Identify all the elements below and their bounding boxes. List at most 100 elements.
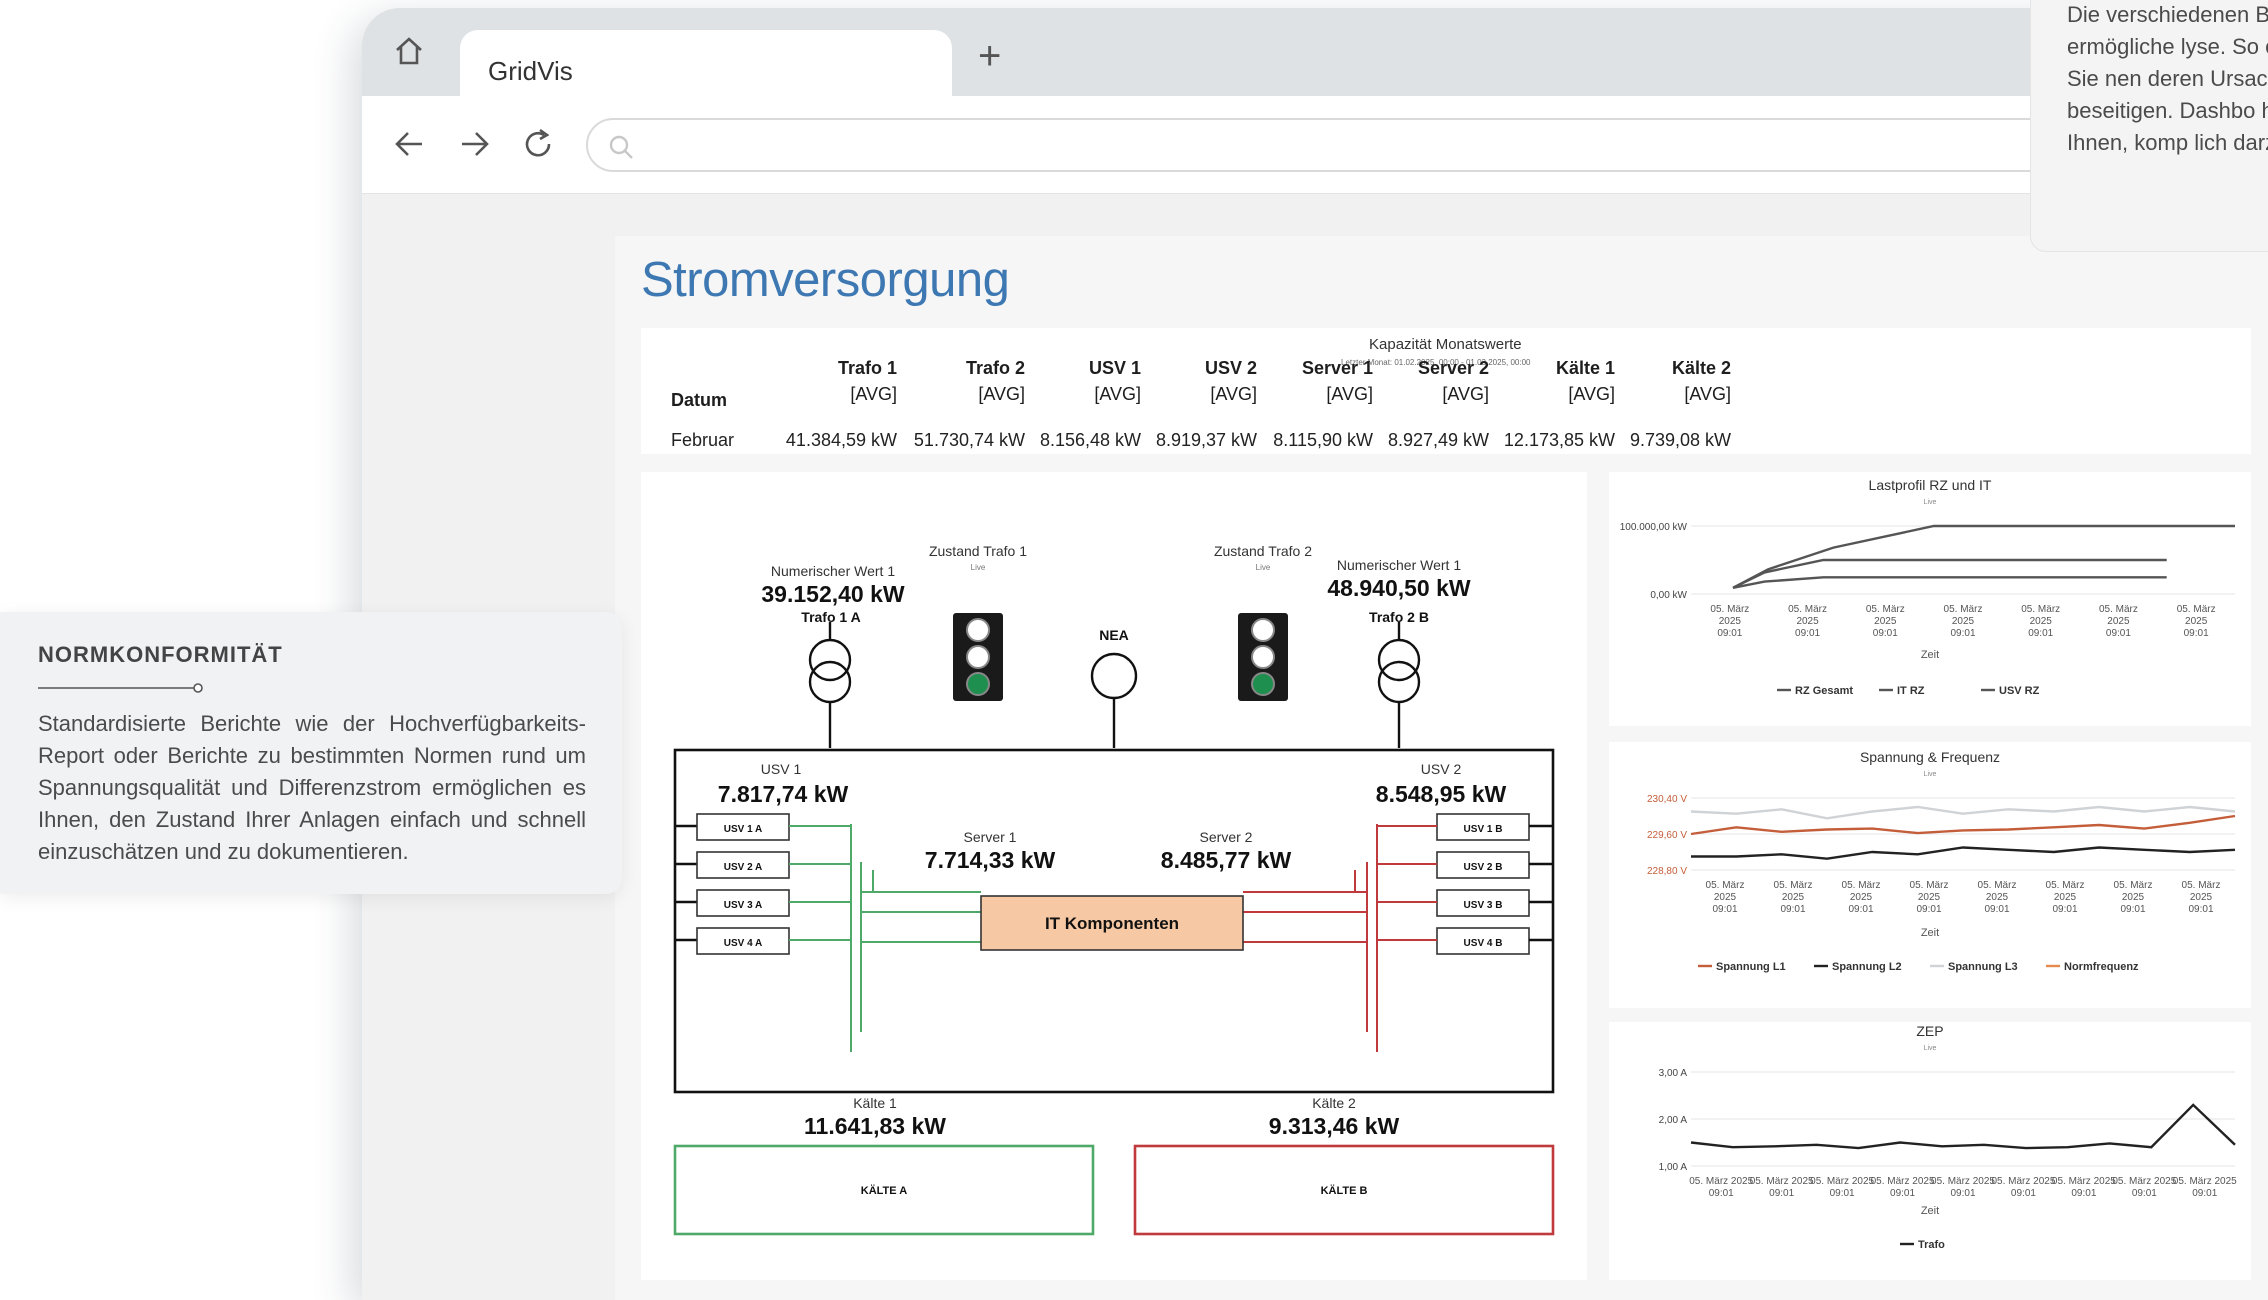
col-value-5: 8.927,49 kW	[1387, 430, 1489, 450]
y-tick-label: 0,00 kW	[1650, 590, 1687, 601]
kaelte-a-label: KÄLTE A	[861, 1184, 907, 1197]
col-header-3: USV 2	[1204, 358, 1257, 378]
chart-subtitle: Live	[1924, 499, 1937, 506]
num-label-2: Numerischer Wert 1	[1337, 557, 1461, 573]
x-tick-label: 05. März 2025 09:01	[1991, 1176, 2055, 1199]
x-tick-label: 05. März 2025 09:01	[1788, 604, 1827, 639]
x-tick-label: 05. März 2025 09:01	[2112, 1176, 2176, 1199]
load-profile-chart: Lastprofil RZ und IT Live 100.000,00 kW 0,0…	[1620, 477, 2235, 697]
legend-item[interactable]: IT RZ	[1897, 685, 1925, 697]
nea-label: NEA	[1099, 627, 1129, 643]
server2-label: Server 2	[1200, 829, 1253, 845]
back-icon[interactable]	[392, 126, 428, 162]
col-header-1: Trafo 2	[965, 358, 1025, 378]
col-header-2: USV 1	[1088, 358, 1141, 378]
zep-chart: ZEPLive3,00 A2,00 A1,00 A05. März 2025 09…	[1659, 1023, 2238, 1251]
series-line-2	[1732, 576, 2167, 589]
state2-label: Zustand Trafo 2	[1214, 543, 1312, 559]
x-tick-label: 05. März 2025 09:01	[2099, 604, 2138, 639]
col-avg-6: [AVG]	[1568, 384, 1615, 404]
address-bar[interactable]	[586, 118, 2268, 172]
col-header-6: Kälte 1	[1555, 358, 1615, 378]
transformer-2-icon	[1377, 622, 1421, 748]
usv-right-label: USV 4 B	[1464, 938, 1503, 949]
server2-value: 8.485,77 kW	[1161, 847, 1292, 873]
legend-item[interactable]: RZ Gesamt	[1795, 685, 1853, 697]
forward-icon[interactable]	[456, 126, 492, 162]
reload-icon[interactable]	[520, 126, 556, 162]
voltage-frequency-chart: Spannung & Frequenz Live 230,40 V 229,60 V 2…	[1647, 749, 2236, 973]
y-tick-label: 228,80 V	[1647, 866, 1687, 877]
x-tick-label: 05. März 2025 09:01	[1810, 1176, 1874, 1199]
col-value-4: 8.115,90 kW	[1273, 430, 1373, 450]
new-tab-button[interactable]: +	[978, 36, 1001, 76]
legend-item[interactable]: Spannung L2	[1832, 961, 1902, 973]
x-tick-label: 05. März 2025 09:01	[1689, 1176, 1753, 1199]
x-tick-label: 05. März 2025 09:01	[2177, 604, 2216, 639]
trafo1-value: 39.152,40 kW	[761, 581, 905, 607]
chart-title: Lastprofil RZ und IT	[1869, 477, 1992, 493]
x-tick-label: 05. März 2025 09:01	[1944, 604, 1983, 639]
x-tick-label: 05. März 2025 09:01	[1978, 880, 2017, 915]
usv-left-label: USV 1 A	[724, 824, 763, 835]
tab-strip: GridVis +	[362, 8, 2268, 108]
nav-bar	[362, 96, 2268, 194]
chart-subtitle: Live	[1924, 1045, 1937, 1052]
chart-panel-voltage: Spannung & Frequenz Live 230,40 V 229,60 V 2…	[1609, 742, 2251, 1008]
x-tick-label: 05. März 2025 09:01	[2021, 604, 2060, 639]
x-tick-label: 05. März 2025 09:01	[1931, 1176, 1995, 1199]
series-line-1	[1732, 558, 2167, 589]
col-header-0: Trafo 1	[837, 358, 897, 378]
col-value-7: 9.739,08 kW	[1629, 430, 1731, 450]
usv2-value: 8.548,95 kW	[1376, 781, 1507, 807]
home-icon[interactable]	[392, 34, 426, 68]
num-label-1: Numerischer Wert 1	[771, 563, 895, 579]
table-date-header: Datum	[671, 390, 728, 410]
x-axis-label: Zeit	[1921, 1205, 1939, 1217]
schematic-panel: Numerischer Wert 1 39.152,40 kW Trafo 1 …	[641, 472, 1587, 1280]
kaelte2-value: 9.313,46 kW	[1269, 1113, 1400, 1139]
chart-panel-load: Lastprofil RZ und IT Live 100.000,00 kW 0,0…	[1609, 472, 2251, 726]
x-tick-label: 05. März 2025 09:01	[1774, 880, 1813, 915]
usv-right-label: USV 1 B	[1464, 824, 1503, 835]
x-tick-label: 05. März 2025 09:01	[2046, 880, 2085, 915]
info-card-right: Die verschiedenen Browser, ermögliche ly…	[2030, 0, 2268, 252]
legend-item[interactable]: Spannung L3	[1948, 961, 2018, 973]
legend-item[interactable]: Spannung L1	[1716, 961, 1786, 973]
chart-title: Spannung & Frequenz	[1860, 749, 2000, 765]
col-value-6: 12.173,85 kW	[1503, 430, 1615, 450]
series-line-0	[1690, 1103, 2236, 1150]
x-tick-label: 05. März 2025 09:01	[2182, 880, 2221, 915]
search-icon	[609, 135, 633, 159]
col-avg-7: [AVG]	[1684, 384, 1731, 404]
divider-line	[38, 683, 203, 693]
x-tick-label: 05. März 2025 09:01	[2173, 1176, 2237, 1199]
x-tick-label: 05. März 2025 09:01	[2114, 880, 2153, 915]
x-tick-label: 05. März 2025 09:01	[2052, 1176, 2116, 1199]
card2-text: Die verschiedenen Browser, ermögliche ly…	[2067, 2, 2268, 155]
y-tick-label: 2,00 A	[1659, 1115, 1688, 1126]
kaelte-b-label: KÄLTE B	[1321, 1184, 1368, 1197]
series-line-1	[1691, 846, 2236, 860]
capacity-table-panel: Kapazität Monatswerte Letzter Monat: 01.…	[641, 328, 2251, 454]
it-components-label: IT Komponenten	[1045, 914, 1179, 933]
usv1-label: USV 1	[761, 761, 802, 777]
legend-item[interactable]: USV RZ	[1999, 685, 2040, 697]
col-avg-3: [AVG]	[1210, 384, 1257, 404]
kaelte1-label: Kälte 1	[853, 1095, 897, 1111]
legend-item[interactable]: Trafo	[1918, 1239, 1945, 1251]
usv2-label: USV 2	[1421, 761, 1462, 777]
tab-title: GridVis	[488, 56, 573, 86]
legend-item[interactable]: Normfrequenz	[2064, 961, 2139, 973]
traffic-light-1-icon	[953, 613, 1003, 701]
y-tick-label: 3,00 A	[1659, 1068, 1688, 1079]
col-avg-4: [AVG]	[1326, 384, 1373, 404]
usv-right-label: USV 3 B	[1464, 900, 1503, 911]
traffic-light-2-icon	[1238, 613, 1288, 701]
col-value-3: 8.919,37 kW	[1155, 430, 1257, 450]
trafo2-value: 48.940,50 kW	[1327, 575, 1471, 601]
x-tick-label: 05. März 2025 09:01	[1842, 880, 1881, 915]
y-tick-label: 230,40 V	[1647, 794, 1687, 805]
x-axis-label: Zeit	[1921, 927, 1939, 939]
x-tick-label: 05. März 2025 09:01	[1871, 1176, 1935, 1199]
